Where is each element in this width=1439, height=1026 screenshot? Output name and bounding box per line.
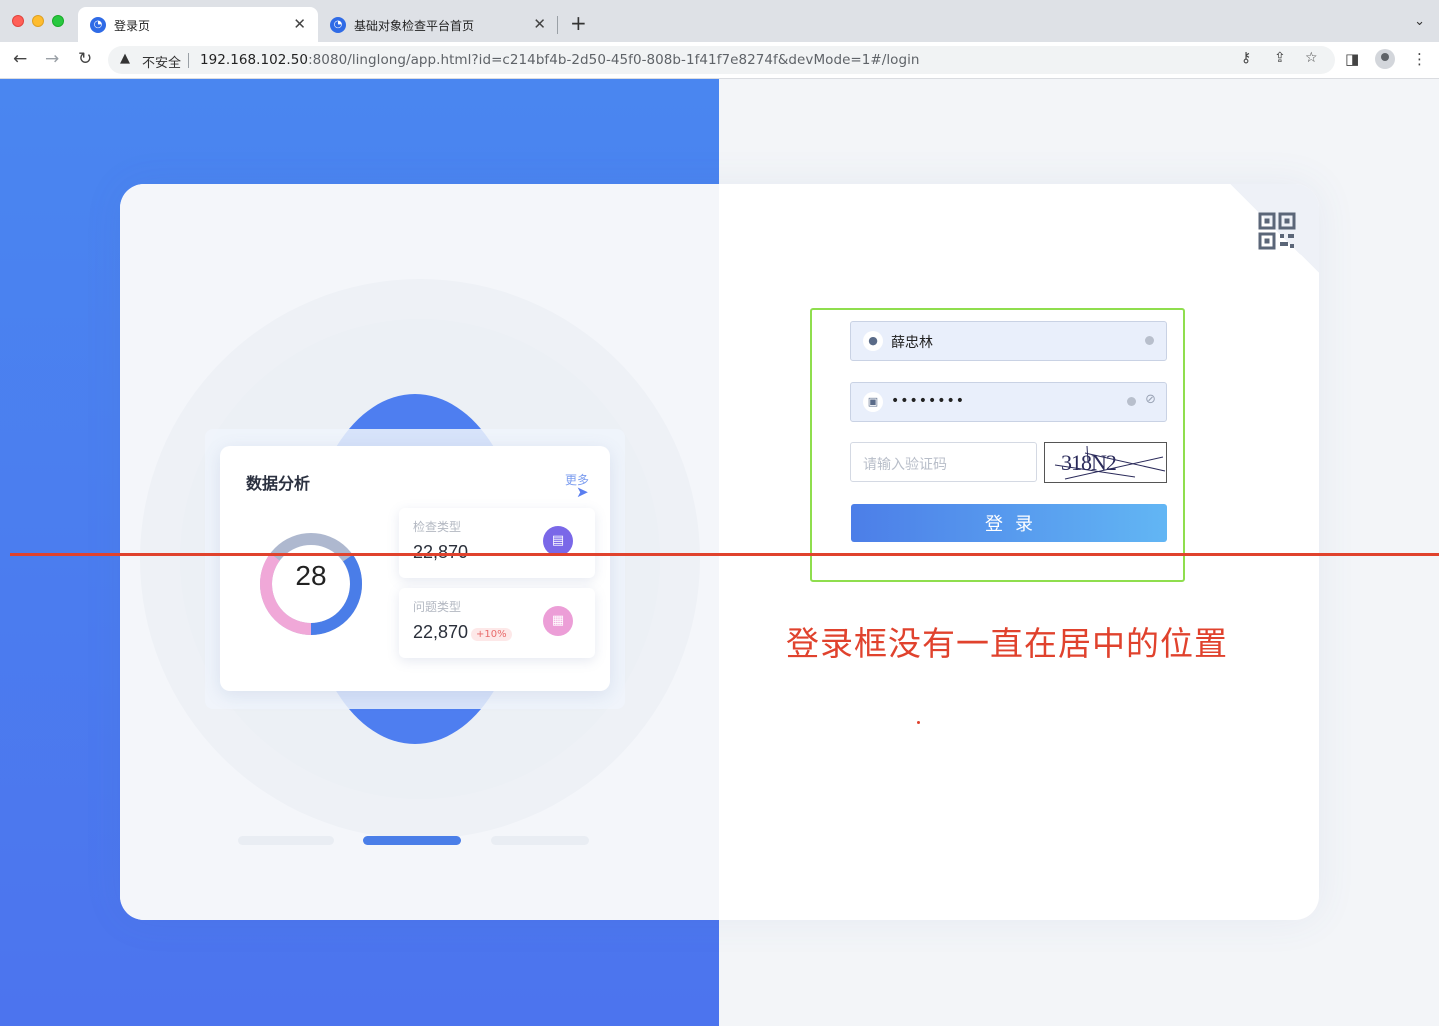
carousel-dot[interactable] <box>491 836 589 845</box>
browser-tab-bar: ◔ 登录页 ✕ ◔ 基础对象检查平台首页 ✕ + ⌄ <box>0 0 1439 42</box>
menu-kebab-icon[interactable]: ⋮ <box>1412 50 1427 68</box>
data-analysis-panel: 数据分析 更多 ➤ 28 检查类型 22,870 ▤ 问题类型 22,870 +… <box>220 446 610 691</box>
stat-card-issue-type: 问题类型 22,870 +10% ▦ <box>399 588 595 658</box>
clipboard-icon: ▦ <box>543 606 573 636</box>
annotation-dot <box>917 721 920 724</box>
tab-login[interactable]: ◔ 登录页 ✕ <box>78 7 318 42</box>
carousel-dot[interactable] <box>238 836 334 845</box>
donut-value: 28 <box>295 560 327 591</box>
carousel-dot-active[interactable] <box>363 836 461 845</box>
back-arrow-icon[interactable]: ← <box>13 49 27 69</box>
stat-badge: +10% <box>471 628 512 641</box>
donut-chart: 28 <box>258 521 364 647</box>
reload-icon[interactable]: ↻ <box>78 49 92 69</box>
bookmark-star-icon[interactable]: ☆ <box>1305 50 1318 66</box>
address-bar[interactable]: ▲ 不安全 192.168.102.50:8080/linglong/app.h… <box>108 46 1335 74</box>
key-icon[interactable]: ⚷ <box>1241 50 1251 66</box>
annotation-note: 登录框没有一直在居中的位置 <box>786 624 1228 663</box>
address-divider <box>188 53 189 68</box>
share-icon[interactable]: ⇪ <box>1274 50 1286 66</box>
tab-search-chevron-icon[interactable]: ⌄ <box>1414 14 1425 29</box>
stat-label: 检查类型 <box>413 520 462 534</box>
stat-label: 问题类型 <box>413 600 462 614</box>
browser-toolbar: ← → ↻ ▲ 不安全 192.168.102.50:8080/linglong… <box>0 42 1439 79</box>
stat-value: 22,870 <box>413 622 469 642</box>
pointer-cursor-icon: ➤ <box>576 483 589 501</box>
close-window-button[interactable] <box>12 15 24 27</box>
url-text[interactable]: 192.168.102.50:8080/linglong/app.html?id… <box>200 52 920 68</box>
profile-avatar-icon[interactable] <box>1375 49 1395 69</box>
login-card: 数据分析 更多 ➤ 28 检查类型 22,870 ▤ 问题类型 22,870 +… <box>120 184 1319 920</box>
warning-triangle-icon[interactable]: ▲ <box>120 51 130 66</box>
site-favicon-icon: ◔ <box>330 17 346 33</box>
panel-title: 数据分析 <box>246 474 311 493</box>
tab-platform-home[interactable]: ◔ 基础对象检查平台首页 ✕ <box>318 7 558 42</box>
tab-close-icon[interactable]: ✕ <box>533 15 546 33</box>
minimize-window-button[interactable] <box>32 15 44 27</box>
security-label[interactable]: 不安全 <box>142 52 181 71</box>
tab-close-icon[interactable]: ✕ <box>293 15 306 33</box>
side-panel-icon[interactable]: ◨ <box>1345 50 1359 68</box>
qr-code-icon[interactable] <box>1258 212 1298 252</box>
red-guide-line <box>10 553 1439 556</box>
fullscreen-window-button[interactable] <box>52 15 64 27</box>
document-list-icon: ▤ <box>543 526 573 556</box>
stat-card-inspection-type: 检查类型 22,870 ▤ <box>399 508 595 578</box>
tab-divider <box>557 16 558 34</box>
site-favicon-icon: ◔ <box>90 17 106 33</box>
new-tab-icon[interactable]: + <box>570 11 587 35</box>
highlight-box-annotation <box>810 308 1185 582</box>
tab-label: 登录页 <box>114 19 151 33</box>
illustration-area: 数据分析 更多 ➤ 28 检查类型 22,870 ▤ 问题类型 22,870 +… <box>120 184 719 920</box>
tab-label: 基础对象检查平台首页 <box>354 19 475 33</box>
forward-arrow-icon[interactable]: → <box>45 49 59 69</box>
